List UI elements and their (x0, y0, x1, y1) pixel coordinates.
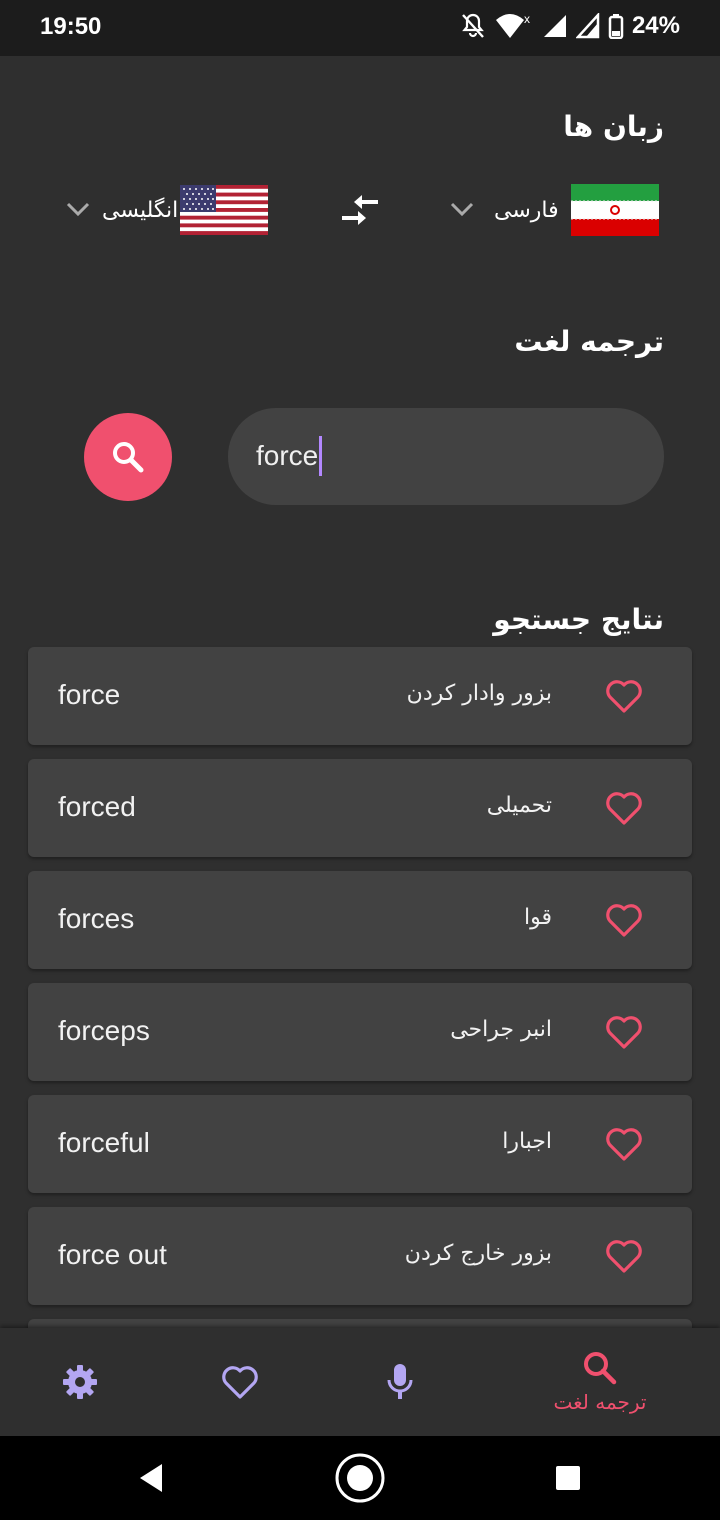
favorite-heart-icon[interactable] (604, 1125, 644, 1163)
search-input[interactable]: force (228, 408, 664, 505)
nav-favorites[interactable] (160, 1328, 320, 1436)
nav-translate-label: ترجمه لغت (553, 1390, 647, 1414)
nav-voice[interactable] (320, 1328, 480, 1436)
gear-icon (63, 1365, 97, 1399)
search-input-value[interactable]: force (256, 436, 323, 476)
recents-icon[interactable] (555, 1465, 581, 1491)
result-persian: بزور وادار کردن (406, 681, 552, 706)
results-title: نتایج جستجو (493, 603, 664, 636)
search-button[interactable] (84, 413, 172, 501)
source-language-label: فارسی (494, 197, 559, 223)
result-english: forceful (58, 1127, 150, 1158)
target-language-label: انگلیسی (102, 197, 179, 223)
result-item[interactable]: force out بزور خارج کردن (28, 1207, 692, 1305)
signal-icon (543, 15, 566, 37)
svg-text:x: x (524, 12, 530, 26)
swap-languages-icon[interactable] (338, 192, 382, 228)
chevron-down-icon (450, 202, 474, 217)
battery-icon (608, 14, 624, 39)
result-english: force (58, 679, 121, 710)
favorite-heart-icon[interactable] (604, 789, 644, 827)
result-persian: انبر جراحی (450, 1017, 552, 1042)
microphone-icon (387, 1364, 413, 1399)
search-input-text: force (256, 440, 319, 471)
signal-icon-2 (575, 13, 600, 39)
languages-title: زبان ها (563, 110, 664, 143)
status-bar: 19:50 x 24% (0, 0, 720, 56)
result-item[interactable]: forceps انبر جراحی (28, 983, 692, 1081)
favorite-heart-icon[interactable] (604, 1237, 644, 1275)
wifi-icon: x (495, 12, 530, 38)
result-persian: تحمیلی (486, 793, 552, 818)
source-language-selector[interactable]: فارسی (440, 180, 659, 240)
chevron-down-icon (66, 202, 90, 217)
favorite-heart-icon[interactable] (604, 901, 644, 939)
iran-flag (570, 184, 659, 236)
heart-icon (222, 1366, 258, 1399)
search-icon (584, 1352, 617, 1385)
us-flag (180, 185, 269, 235)
result-english: force out (58, 1239, 167, 1270)
back-icon[interactable] (136, 1462, 166, 1494)
result-item[interactable]: forceful اجبارا (28, 1095, 692, 1193)
result-english: forceps (58, 1015, 150, 1046)
status-icons: x 24% (460, 12, 680, 40)
translate-title: ترجمه لغت (514, 325, 664, 358)
text-caret (319, 436, 323, 476)
result-persian: قوا (524, 905, 552, 930)
target-language-selector[interactable]: انگلیسی (56, 180, 269, 240)
nav-settings[interactable] (0, 1328, 160, 1436)
favorite-heart-icon[interactable] (604, 1013, 644, 1051)
search-icon (113, 442, 144, 473)
bottom-navigation: ترجمه لغت (0, 1328, 720, 1436)
result-english: forces (58, 903, 135, 934)
system-navigation-bar (0, 1436, 720, 1520)
result-english: forced (58, 791, 136, 822)
home-icon[interactable] (334, 1452, 386, 1504)
nav-translate[interactable]: ترجمه لغت (520, 1328, 680, 1436)
result-persian: بزور خارج کردن (404, 1241, 552, 1266)
battery-percent: 24% (631, 12, 680, 39)
result-persian: اجبارا (502, 1129, 552, 1154)
result-item[interactable]: forced تحمیلی (28, 759, 692, 857)
notifications-off-icon (462, 13, 484, 38)
status-time: 19:50 (40, 13, 102, 40)
result-item[interactable]: forces قوا (28, 871, 692, 969)
result-item[interactable]: force بزور وادار کردن (28, 647, 692, 745)
favorite-heart-icon[interactable] (604, 677, 644, 715)
